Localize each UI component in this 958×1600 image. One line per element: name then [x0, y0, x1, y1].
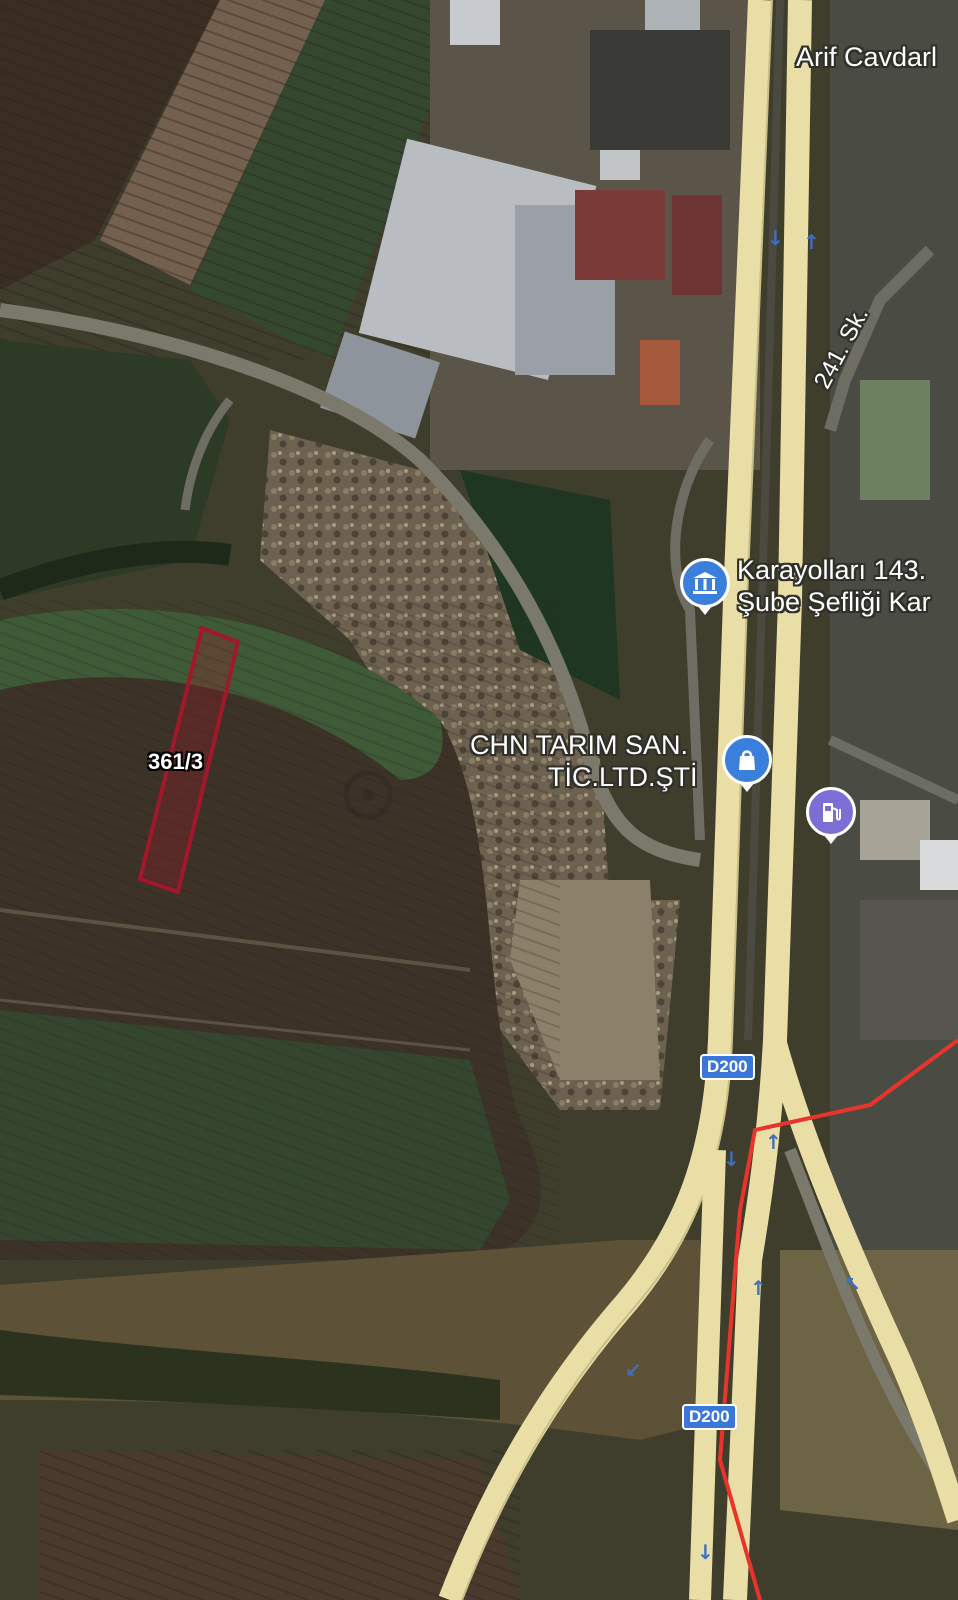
- building-right-3: [920, 840, 958, 890]
- building-right-1: [860, 380, 930, 500]
- fuel-pump-icon[interactable]: [806, 787, 856, 844]
- place-label-arif[interactable]: Arif Cavdarl: [796, 42, 937, 72]
- landmark-icon[interactable]: [680, 558, 730, 615]
- storage-yard-red: [575, 190, 665, 280]
- crop-field-pattern: [0, 600, 560, 1260]
- shopping-bag-icon-glyph: [739, 750, 755, 770]
- place-label-chn-1[interactable]: CHN TARIM SAN.: [470, 730, 688, 760]
- building-right-2: [860, 800, 930, 860]
- road-shield-d200: D200: [682, 1404, 737, 1430]
- highway-lower-left: [689, 1149, 726, 1600]
- arrow-icon: ↑: [803, 230, 820, 254]
- building-roof-top: [450, 0, 500, 45]
- arrow-icon: ↑: [765, 1130, 782, 1154]
- fuel-pump-icon-glyph: [823, 803, 841, 822]
- place-label-chn-2[interactable]: TİC.LTD.ŞTİ: [548, 762, 698, 792]
- arrow-icon: ↓: [697, 1540, 714, 1564]
- arrow-icon: ↓: [767, 226, 784, 250]
- place-label-karayollari-1[interactable]: Karayolları 143.: [737, 555, 926, 585]
- arrow-icon: ↓: [723, 1147, 740, 1171]
- building-roof-red: [640, 340, 680, 405]
- parcel-label[interactable]: 361/3: [148, 749, 203, 775]
- place-label-karayollari-2[interactable]: Şube Şefliği Kar: [737, 587, 931, 617]
- shopping-bag-icon[interactable]: [722, 735, 772, 792]
- storage-yard-red2: [672, 195, 722, 295]
- arrow-icon: ↖: [844, 1272, 861, 1296]
- arrow-icon: ↙: [625, 1358, 642, 1382]
- arrow-icon: ↑: [750, 1276, 767, 1300]
- storage-yard-dark: [590, 30, 730, 150]
- landmark-icon-glyph: [693, 572, 717, 594]
- parking-lot-right: [860, 900, 958, 1040]
- urban-right: [830, 0, 958, 1250]
- road-shield-d200: D200: [700, 1054, 755, 1080]
